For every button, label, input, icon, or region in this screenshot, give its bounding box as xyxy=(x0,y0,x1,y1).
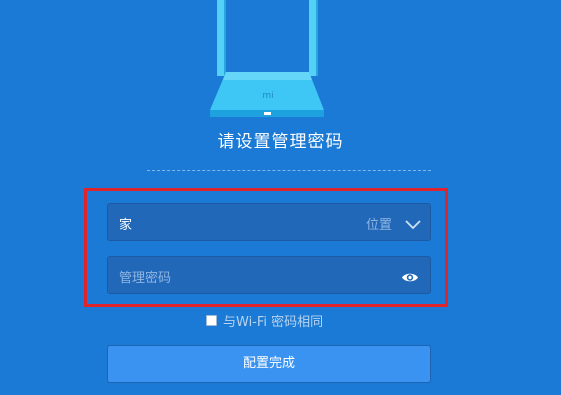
router-illustration: mi xyxy=(0,0,561,125)
password-field[interactable]: 管理密码 xyxy=(107,256,431,294)
chevron-down-icon[interactable] xyxy=(405,216,421,235)
router-setup-page: mi 请设置管理密码 家 位置 管理密码 与Wi-Fi 密码相同 配置完成 xyxy=(0,0,561,395)
location-hint: 位置 xyxy=(365,218,392,233)
title-divider xyxy=(147,170,431,171)
same-as-wifi-checkbox[interactable] xyxy=(206,314,217,326)
submit-button[interactable]: 配置完成 xyxy=(107,345,431,383)
location-select[interactable]: 家 位置 xyxy=(107,203,431,241)
password-placeholder: 管理密码 xyxy=(119,271,172,286)
same-as-wifi-label: 与Wi-Fi 密码相同 xyxy=(223,314,324,330)
brand-mark: mi xyxy=(262,91,273,101)
location-value: 家 xyxy=(119,218,133,233)
router-icon: mi xyxy=(210,0,324,117)
eye-icon[interactable] xyxy=(401,269,419,288)
same-as-wifi-option[interactable]: 与Wi-Fi 密码相同 xyxy=(206,311,324,330)
page-title: 请设置管理密码 xyxy=(217,132,344,152)
